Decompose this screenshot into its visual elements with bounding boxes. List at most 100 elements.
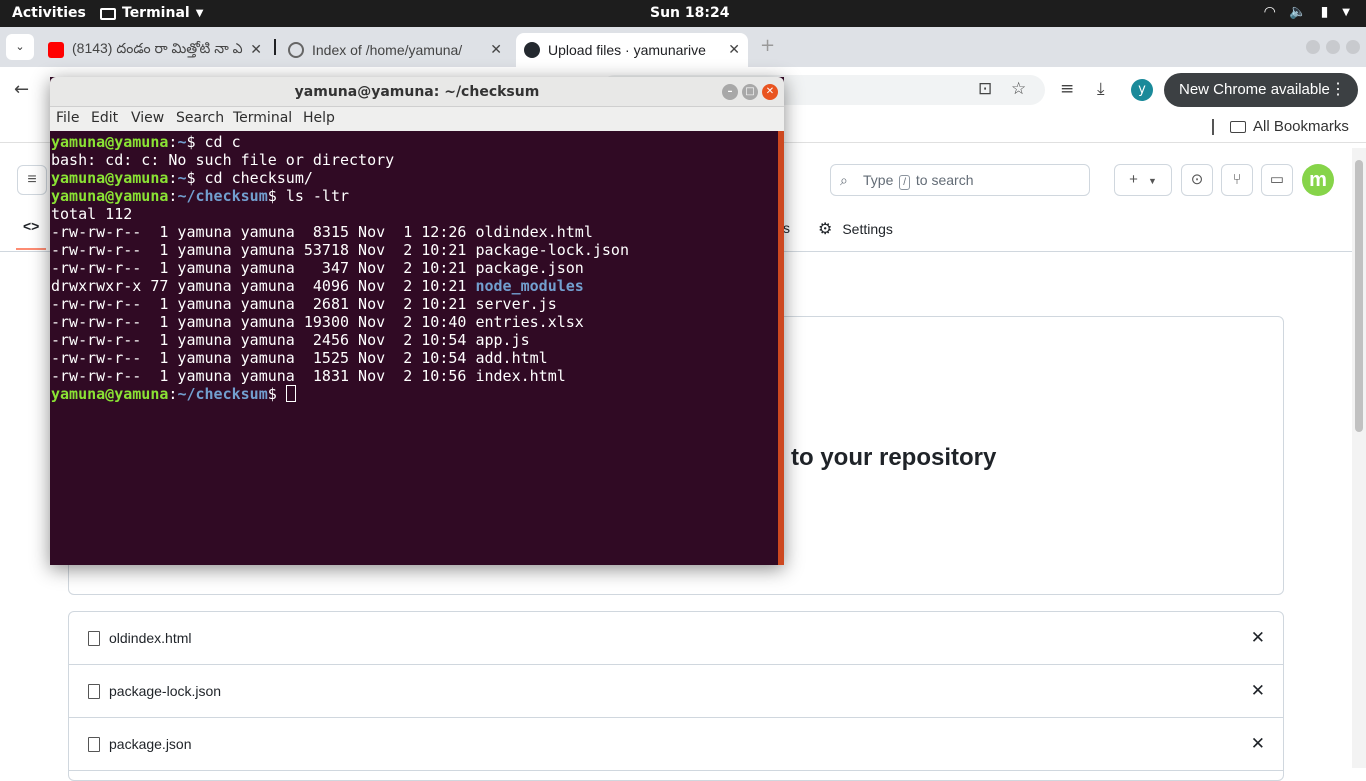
caret-down-icon: ▼	[1148, 176, 1157, 186]
terminal-icon	[100, 7, 116, 20]
file-entry: index.html	[475, 367, 566, 385]
system-tray[interactable]: ◠ 🔈 ▮ ▼	[1264, 4, 1350, 20]
update-label: New Chrome available	[1179, 81, 1330, 98]
menu-search[interactable]: Search	[176, 110, 224, 126]
file-name: package-lock.json	[109, 683, 222, 699]
app-menu-button[interactable]: Terminal ▼	[100, 5, 203, 21]
file-meta: -rw-rw-r-- 1 yamuna yamuna 8315 Nov 1 12…	[51, 223, 476, 241]
activities-button[interactable]: Activities	[12, 5, 86, 21]
file-meta: -rw-rw-r-- 1 yamuna yamuna 19300 Nov 2 1…	[51, 313, 476, 331]
battery-icon: ▮	[1320, 4, 1329, 20]
tab-settings[interactable]: ⚙ Settings	[818, 219, 893, 239]
browser-tab-index[interactable]: Index of /home/yamuna/ ✕	[280, 33, 510, 67]
search-prefix: Type	[863, 172, 894, 188]
close-window-icon[interactable]	[1346, 40, 1360, 54]
github-search-input[interactable]: ⌕ Type / to search	[830, 164, 1090, 196]
menu-edit[interactable]: Edit	[91, 110, 118, 126]
menu-help[interactable]: Help	[303, 110, 335, 126]
terminal-titlebar[interactable]: yamuna@yamuna: ~/checksum – □ ✕	[50, 77, 784, 107]
minimize-icon[interactable]: –	[722, 84, 738, 100]
tab-title: Index of /home/yamuna/	[312, 42, 463, 58]
inbox-icon[interactable]: ▭	[1261, 164, 1293, 196]
terminal-title: yamuna@yamuna: ~/checksum	[294, 84, 540, 100]
close-tab-icon[interactable]: ✕	[728, 41, 740, 58]
file-meta: -rw-rw-r-- 1 yamuna yamuna 53718 Nov 2 1…	[51, 241, 476, 259]
tab-title: Upload files · yamunarive	[548, 42, 706, 58]
listing-row: -rw-rw-r-- 1 yamuna yamuna 2456 Nov 2 10…	[51, 331, 778, 349]
terminal-line: total 112	[51, 205, 133, 223]
terminal-scrollbar[interactable]	[778, 131, 784, 565]
remove-file-icon[interactable]: ✕	[1251, 628, 1265, 648]
code-icon[interactable]: <>	[23, 218, 39, 234]
close-tab-icon[interactable]: ✕	[490, 41, 502, 58]
back-arrow-icon[interactable]: ←	[14, 79, 29, 100]
file-name: package.json	[109, 736, 192, 752]
list-item: package.json ✕	[69, 718, 1283, 771]
drop-zone-title: to your repository	[791, 444, 997, 471]
search-shortcut-key: /	[899, 175, 911, 190]
download-icon[interactable]: ⤓	[1097, 79, 1105, 99]
issues-icon[interactable]: ⊙	[1181, 164, 1213, 196]
prompt-user: yamuna@yamuna	[51, 133, 169, 151]
file-meta: -rw-rw-r-- 1 yamuna yamuna 2456 Nov 2 10…	[51, 331, 476, 349]
browser-tab-youtube[interactable]: (8143) దండం రా మిత్తోటి నా ఎ ✕	[40, 33, 270, 67]
media-queue-icon[interactable]: ≡	[1060, 79, 1074, 99]
terminal-line: yamuna@yamuna:~/checksum$	[51, 385, 778, 403]
create-new-button[interactable]: + ▼	[1114, 164, 1172, 196]
repo-tab-partial[interactable]: s	[783, 220, 790, 236]
listing-row: drwxrwxr-x 77 yamuna yamuna 4096 Nov 2 1…	[51, 277, 778, 295]
command-text: cd checksum/	[204, 169, 313, 187]
file-icon	[88, 631, 100, 646]
clock[interactable]: Sun 18:24	[650, 5, 729, 21]
tab-search-button[interactable]: ⌄	[6, 34, 34, 60]
listing-row: -rw-rw-r-- 1 yamuna yamuna 19300 Nov 2 1…	[51, 313, 778, 331]
search-suffix: to search	[915, 172, 974, 188]
maximize-icon[interactable]: □	[742, 84, 758, 100]
list-item: oldindex.html ✕	[69, 612, 1283, 665]
browser-tab-github[interactable]: Upload files · yamunarive ✕	[516, 33, 748, 67]
more-menu-icon[interactable]: ⋮	[1330, 73, 1346, 107]
remove-file-icon[interactable]: ✕	[1251, 734, 1265, 754]
profile-avatar[interactable]: y	[1131, 79, 1153, 101]
close-tab-icon[interactable]: ✕	[250, 41, 262, 58]
page-scrollbar[interactable]	[1352, 148, 1366, 768]
file-meta: -rw-rw-r-- 1 yamuna yamuna 1831 Nov 2 10…	[51, 367, 476, 385]
file-entry: app.js	[475, 331, 530, 349]
file-entry: server.js	[475, 295, 557, 313]
new-chrome-available-button[interactable]: New Chrome available ⋮	[1164, 73, 1358, 107]
command-text: ls -ltr	[285, 187, 350, 205]
minimize-window-icon[interactable]	[1306, 40, 1320, 54]
bookmark-star-icon[interactable]: ☆	[1011, 79, 1026, 99]
terminal-line: bash: cd: c: No such file or directory	[51, 151, 395, 169]
all-bookmarks-button[interactable]: All Bookmarks	[1230, 118, 1349, 135]
listing-row: -rw-rw-r-- 1 yamuna yamuna 1525 Nov 2 10…	[51, 349, 778, 367]
file-entry: package.json	[475, 259, 584, 277]
maximize-window-icon[interactable]	[1326, 40, 1340, 54]
terminal-line: yamuna@yamuna:~/checksum$ ls -ltr	[51, 187, 350, 205]
terminal-output[interactable]: yamuna@yamuna:~$ cd c bash: cd: c: No suc…	[50, 131, 778, 565]
terminal-window[interactable]: yamuna@yamuna: ~/checksum – □ ✕ File Edi…	[50, 77, 784, 565]
file-name: oldindex.html	[109, 630, 192, 646]
text-cursor	[285, 385, 296, 402]
github-user-avatar[interactable]: m	[1302, 164, 1334, 196]
remove-file-icon[interactable]: ✕	[1251, 681, 1265, 701]
new-tab-icon[interactable]: +	[760, 35, 775, 56]
caret-down-icon: ▼	[1342, 7, 1350, 18]
close-icon[interactable]: ✕	[762, 84, 778, 100]
file-entry: add.html	[475, 349, 548, 367]
pull-requests-icon[interactable]: ⑂	[1221, 164, 1253, 196]
gear-icon: ⚙	[818, 221, 833, 238]
tab-title: (8143) దండం రా మిత్తోటి నా ఎ	[72, 40, 243, 56]
terminal-line: yamuna@yamuna:~$ cd c	[51, 133, 241, 151]
folder-icon	[1230, 120, 1246, 133]
terminal-line: yamuna@yamuna:~$ cd checksum/	[51, 169, 313, 187]
command-text: cd c	[204, 133, 241, 151]
prompt-user: yamuna@yamuna	[51, 187, 169, 205]
menu-view[interactable]: View	[131, 110, 164, 126]
hamburger-menu-icon[interactable]: ≡	[17, 165, 47, 195]
plus-icon: +	[1129, 171, 1138, 188]
menu-file[interactable]: File	[56, 110, 79, 126]
menu-terminal[interactable]: Terminal	[233, 110, 292, 126]
scrollbar-thumb[interactable]	[1355, 160, 1363, 432]
install-app-icon[interactable]: ⊡	[978, 79, 992, 99]
